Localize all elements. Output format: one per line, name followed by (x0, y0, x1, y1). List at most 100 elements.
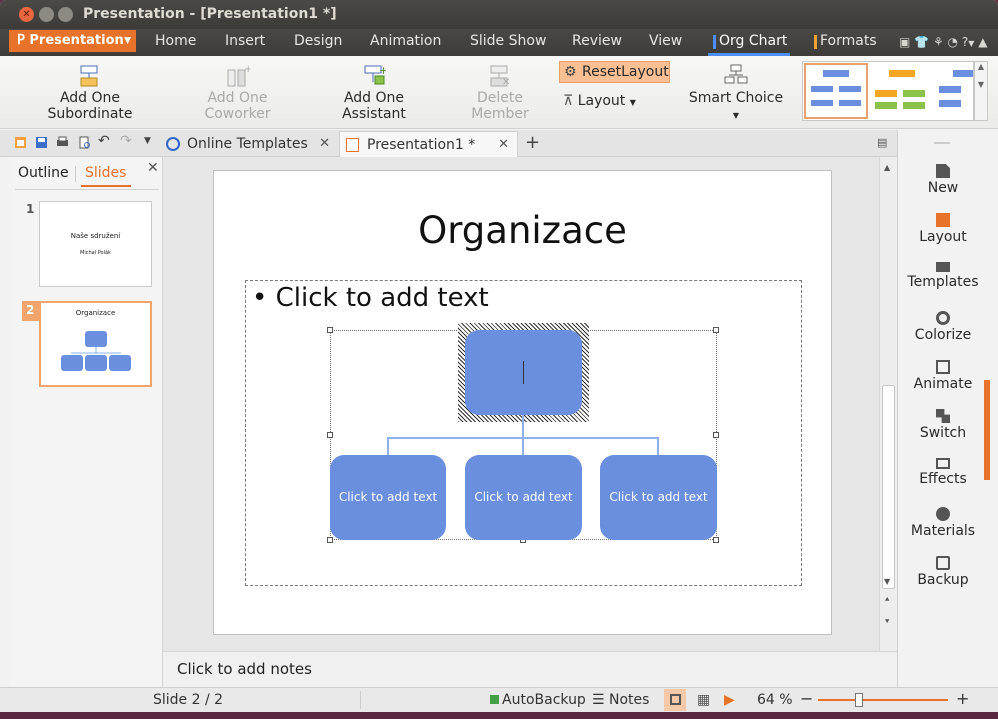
pane-effects[interactable]: Effects (898, 458, 988, 487)
layout-dropdown[interactable]: ⊼ Layout ▼ (563, 93, 636, 109)
normal-view-button[interactable] (664, 689, 686, 711)
task-pane: New Layout Templates Colorize Animate Sw… (897, 130, 998, 687)
zoom-level: 64 % (757, 692, 793, 708)
zoom-slider-track[interactable] (818, 699, 948, 701)
slide-title[interactable]: Organizace (214, 209, 831, 252)
resize-handle[interactable] (327, 327, 333, 333)
print-preview-icon[interactable] (78, 136, 91, 149)
gallery-scroll[interactable]: ▲ ▼ (974, 61, 988, 121)
zoom-slider-thumb[interactable] (855, 693, 863, 707)
resize-handle[interactable] (327, 432, 333, 438)
svg-text:+: + (379, 64, 386, 77)
bullet-text[interactable]: • Click to add text (252, 283, 489, 313)
redo-icon[interactable]: ↷ (120, 133, 133, 149)
resize-handle[interactable] (713, 327, 719, 333)
zoom-in-icon[interactable]: + (956, 689, 969, 708)
menu-bar: 𝖯 Presentation ▼ Home Insert Design Anima… (0, 29, 998, 56)
sync-icon[interactable]: ◔ (948, 35, 958, 49)
online-templates-icon (166, 137, 180, 151)
notes-toggle[interactable]: ☰ Notes (592, 692, 649, 708)
tab-outline[interactable]: Outline (18, 165, 69, 181)
menu-design[interactable]: Design (294, 33, 342, 49)
tab-menu-icon[interactable]: ▤ (877, 136, 887, 149)
thumb-subtitle: Michal Polák (80, 250, 111, 256)
scroll-down-icon[interactable]: ▼ (884, 577, 890, 586)
menu-home[interactable]: Home (155, 33, 196, 49)
menu-review[interactable]: Review (572, 33, 622, 49)
add-assistant-button[interactable]: + Add One Assistant (312, 64, 436, 122)
menu-slide-show[interactable]: Slide Show (470, 33, 546, 49)
org-style-gallery[interactable] (802, 61, 974, 121)
smart-choice-dropdown[interactable]: Smart Choice ▼ (686, 64, 786, 122)
resize-handle[interactable] (713, 537, 719, 543)
pane-animate[interactable]: Animate (898, 360, 988, 392)
quick-access-dropdown-icon[interactable]: ▼ (144, 136, 157, 149)
menu-view[interactable]: View (649, 33, 682, 49)
autobackup-button[interactable]: AutoBackup (490, 692, 586, 708)
new-tab-plus-icon[interactable]: + (525, 132, 540, 153)
pane-new[interactable]: New (898, 164, 988, 196)
spell-icon[interactable]: ⚘ (933, 35, 944, 49)
close-window-button[interactable]: ✕ (19, 7, 34, 22)
maximize-window-button[interactable] (58, 7, 73, 22)
print-icon[interactable] (56, 136, 69, 149)
org-node-child-1[interactable]: Click to add text (330, 455, 446, 540)
pane-templates[interactable]: Templates (898, 262, 988, 290)
connector-line (522, 415, 524, 455)
undo-icon[interactable]: ↶ (98, 133, 111, 149)
slideshow-icon[interactable]: ▶ (724, 692, 735, 708)
vertical-scrollbar[interactable]: ▲ ▼ ⯅ ⯆ (879, 157, 897, 651)
reset-layout-button[interactable]: ⚙ ResetLayout (559, 61, 670, 83)
ribbon-collapse-icon[interactable]: ▲ (978, 35, 987, 49)
prev-slide-icon[interactable]: ⯅ (884, 595, 890, 605)
text-cursor (523, 361, 524, 384)
tab-online-templates[interactable]: Online Templates ✕ (160, 131, 338, 157)
close-tab-icon[interactable]: ✕ (319, 131, 330, 157)
notes-area[interactable]: Click to add notes (163, 651, 897, 687)
ribbon: Add One Subordinate + Add One Coworker +… (0, 56, 998, 129)
tab-presentation1[interactable]: Presentation1 * ✕ (339, 131, 518, 157)
add-coworker-button[interactable]: + Add One Coworker (174, 64, 301, 122)
menu-formats[interactable]: Formats (814, 33, 877, 49)
org-node-child-2[interactable]: Click to add text (465, 455, 582, 540)
menu-extra-icons: ▣ 👕 ⚘ ◔ ?▼ ▲ (899, 35, 988, 49)
zoom-out-icon[interactable]: − (800, 689, 813, 708)
slide-sorter-icon[interactable]: ▦ (697, 692, 710, 708)
menu-insert[interactable]: Insert (225, 33, 265, 49)
resize-handle[interactable] (327, 537, 333, 543)
pane-colorize[interactable]: Colorize (898, 311, 988, 343)
materials-icon (936, 507, 950, 521)
pane-layout[interactable]: Layout (898, 213, 988, 245)
tab-slides[interactable]: Slides (85, 165, 126, 181)
org-node-child-3[interactable]: Click to add text (600, 455, 717, 540)
layout-icon (936, 213, 950, 227)
pane-collapse-handle[interactable] (984, 380, 990, 480)
slide-thumbnail-2[interactable]: Organizace (39, 301, 152, 387)
next-slide-icon[interactable]: ⯆ (884, 617, 890, 627)
skin-icon[interactable]: ▣ (899, 35, 910, 49)
pane-switch[interactable]: Switch (898, 409, 988, 441)
add-subordinate-button[interactable]: Add One Subordinate (18, 64, 162, 122)
title-bar: ✕ Presentation - [Presentation1 *] (0, 0, 998, 29)
animate-icon (936, 360, 950, 374)
close-panel-icon[interactable]: ✕ (147, 160, 159, 176)
close-tab-icon[interactable]: ✕ (498, 132, 509, 158)
pane-backup[interactable]: Backup (898, 556, 988, 588)
resize-handle[interactable] (713, 432, 719, 438)
menu-animation[interactable]: Animation (370, 33, 441, 49)
pane-materials[interactable]: Materials (898, 507, 988, 539)
org-node-top[interactable] (465, 330, 582, 415)
scroll-thumb[interactable] (882, 385, 895, 589)
menu-org-chart[interactable]: Org Chart (712, 33, 787, 49)
document-tab-strip: ↶ ↷ ▼ Online Templates ✕ Presentation1 * ✕… (0, 130, 897, 157)
scroll-up-icon[interactable]: ▲ (884, 163, 890, 172)
save-icon[interactable] (35, 136, 48, 149)
slide-thumbnail-1[interactable]: Naše sdružení Michal Polák (39, 201, 152, 287)
desktop-background (0, 712, 998, 719)
new-file-icon[interactable] (14, 136, 27, 149)
delete-member-button[interactable]: ✕ Delete Member (448, 64, 552, 122)
chevron-down-icon: ▼ (124, 36, 131, 46)
app-menu-button[interactable]: 𝖯 Presentation ▼ (9, 30, 136, 52)
shirt-icon[interactable]: 👕 (914, 35, 929, 49)
minimize-window-button[interactable] (39, 7, 54, 22)
